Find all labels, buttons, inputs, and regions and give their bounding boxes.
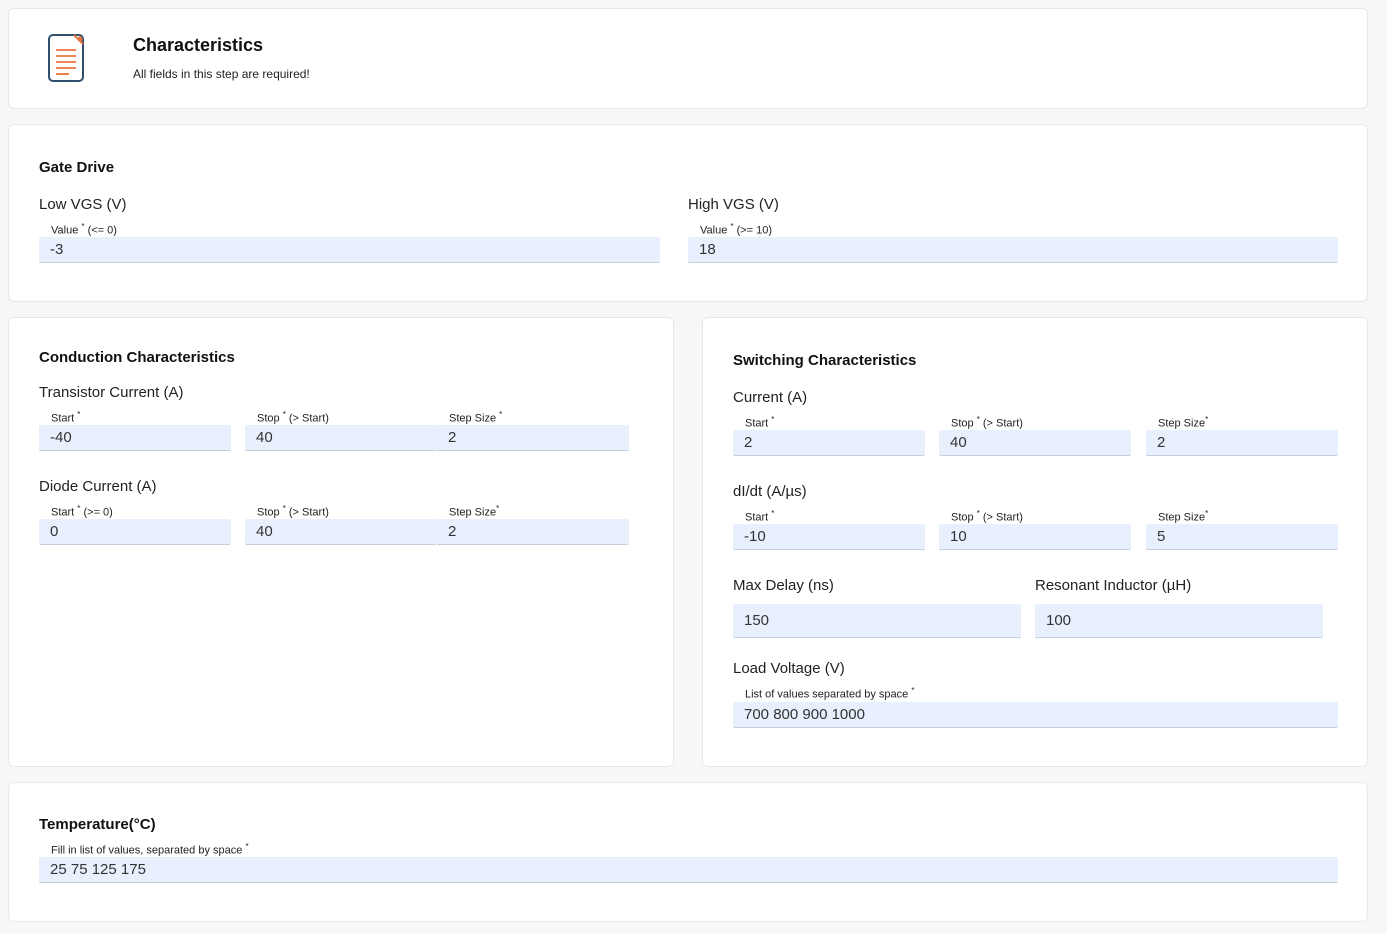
didt-label: dI/dt (A/µs)	[733, 483, 807, 500]
diode-step-input[interactable]: 2	[437, 519, 629, 545]
didt-start-label: Start *	[745, 509, 775, 524]
diode-stop-label: Stop * (> Start)	[257, 504, 329, 519]
required-mark: *	[730, 222, 734, 231]
conduction-title: Conduction Characteristics	[39, 349, 235, 366]
didt-stop-label: Stop * (> Start)	[951, 509, 1023, 524]
high-vgs-label: High VGS (V)	[688, 196, 779, 213]
transistor-start-label: Start *	[51, 410, 81, 425]
max-delay-label: Max Delay (ns)	[733, 577, 834, 594]
low-vgs-field-label: Value * (<= 0)	[51, 222, 117, 237]
resonant-inductor-input[interactable]: 100	[1035, 604, 1323, 638]
transistor-step-label: Step Size *	[449, 410, 503, 425]
resonant-inductor-label: Resonant Inductor (µH)	[1035, 577, 1192, 594]
header-card: Characteristics All fields in this step …	[8, 8, 1368, 109]
didt-step-label: Step Size*	[1158, 509, 1209, 524]
page-subtitle: All fields in this step are required!	[133, 67, 310, 81]
transistor-current-label: Transistor Current (A)	[39, 384, 184, 401]
diode-step-label: Step Size*	[449, 504, 500, 519]
didt-start-input[interactable]: -10	[733, 524, 925, 550]
diode-stop-input[interactable]: 40	[245, 519, 437, 545]
switching-title: Switching Characteristics	[733, 352, 917, 369]
temperature-field-label: Fill in list of values, separated by spa…	[51, 842, 249, 857]
transistor-stop-label: Stop * (> Start)	[257, 410, 329, 425]
conduction-card: Conduction Characteristics Transistor Cu…	[8, 317, 674, 767]
load-voltage-field-label: List of values separated by space *	[745, 686, 915, 701]
current-stop-label: Stop * (> Start)	[951, 415, 1023, 430]
gate-drive-card: Gate Drive Low VGS (V) Value * (<= 0) -3…	[8, 124, 1368, 302]
diode-current-label: Diode Current (A)	[39, 478, 157, 495]
temperature-input[interactable]: 25 75 125 175	[39, 857, 1338, 883]
transistor-start-input[interactable]: -40	[39, 425, 231, 451]
switching-current-label: Current (A)	[733, 389, 808, 406]
temperature-card: Temperature(°C) Fill in list of values, …	[8, 782, 1368, 922]
load-voltage-input[interactable]: 700 800 900 1000	[733, 702, 1338, 728]
diode-start-label: Start * (>= 0)	[51, 504, 113, 519]
switching-card: Switching Characteristics Current (A) St…	[702, 317, 1368, 767]
didt-step-input[interactable]: 5	[1146, 524, 1338, 550]
page-title: Characteristics	[133, 35, 264, 55]
low-vgs-label: Low VGS (V)	[39, 196, 127, 213]
document-icon	[47, 33, 85, 88]
didt-stop-input[interactable]: 10	[939, 524, 1131, 550]
high-vgs-field-label: Value * (>= 10)	[700, 222, 773, 237]
current-start-input[interactable]: 2	[733, 430, 925, 456]
current-step-input[interactable]: 2	[1146, 430, 1338, 456]
temperature-title: Temperature(°C)	[39, 816, 156, 833]
low-vgs-input[interactable]: -3	[39, 237, 660, 263]
current-start-label: Start *	[745, 415, 775, 430]
gate-drive-title: Gate Drive	[39, 159, 115, 176]
diode-start-input[interactable]: 0	[39, 519, 231, 545]
load-voltage-label: Load Voltage (V)	[733, 660, 845, 677]
transistor-stop-input[interactable]: 40	[245, 425, 437, 451]
current-step-label: Step Size*	[1158, 415, 1209, 430]
current-stop-input[interactable]: 40	[939, 430, 1131, 456]
max-delay-input[interactable]: 150	[733, 604, 1021, 638]
transistor-step-input[interactable]: 2	[437, 425, 629, 451]
high-vgs-input[interactable]: 18	[688, 237, 1338, 263]
required-mark: *	[81, 222, 85, 231]
